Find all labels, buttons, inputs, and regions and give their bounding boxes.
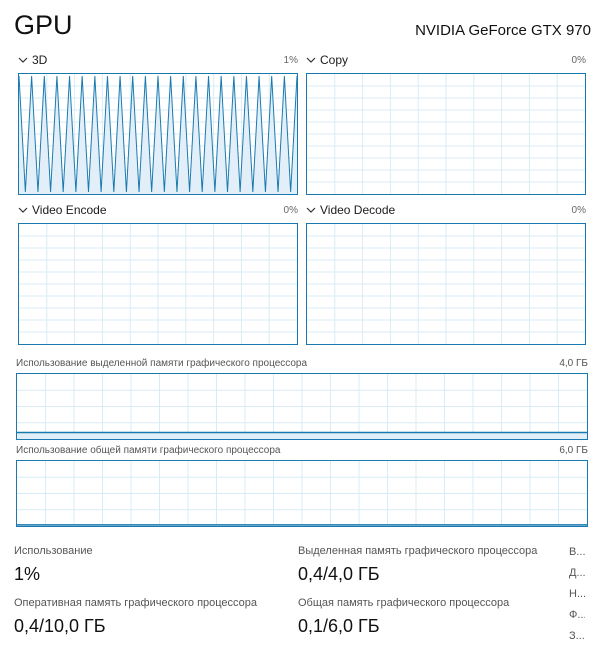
engine-label: Video Decode <box>320 203 396 217</box>
dedicated-memory-graph <box>16 373 588 440</box>
shared-memory-graph <box>16 460 588 527</box>
engine-percent: 0% <box>571 55 586 66</box>
side-detail-item: З... <box>569 630 585 642</box>
dedicated-memory-value: 0,4/4,0 ГБ <box>298 564 380 584</box>
chevron-down-icon <box>306 207 316 213</box>
gpu-device-name: NVIDIA GeForce GTX 970 <box>415 22 591 39</box>
engine-graph-3d <box>18 73 298 195</box>
engine-graph-video-encode <box>18 223 298 345</box>
side-details-column: В... Д... Н... Ф... З... <box>569 542 585 647</box>
side-detail-item: Н... <box>569 588 585 600</box>
chevron-down-icon <box>306 57 316 63</box>
side-detail-item: Д... <box>569 567 585 579</box>
engine-percent: 1% <box>283 55 298 66</box>
dedicated-memory-label: Выделенная память графического процессор… <box>298 545 538 557</box>
activity-area <box>19 75 297 194</box>
graph-grid <box>307 224 585 344</box>
engine-selector-video-encode[interactable]: Video Encode <box>18 203 107 217</box>
graph-grid <box>17 374 587 439</box>
chevron-down-icon <box>18 207 28 213</box>
graph-grid <box>19 224 297 344</box>
engine-percent: 0% <box>283 205 298 216</box>
engine-graph-video-decode <box>306 223 586 345</box>
dedicated-memory-max: 4,0 ГБ <box>559 358 588 369</box>
engine-selector-3d[interactable]: 3D <box>18 53 47 67</box>
chevron-down-icon <box>18 57 28 63</box>
side-detail-item: В... <box>569 546 585 558</box>
engine-label: Video Encode <box>32 203 107 217</box>
usage-value: 1% <box>14 564 41 584</box>
engine-label: 3D <box>32 53 48 67</box>
engine-label: Copy <box>320 53 349 67</box>
shared-memory-value: 0,1/6,0 ГБ <box>298 616 380 636</box>
graph-grid <box>17 461 587 526</box>
side-detail-item: Ф... <box>569 609 585 621</box>
shared-memory-max: 6,0 ГБ <box>559 445 588 456</box>
engine-percent: 0% <box>571 205 586 216</box>
shared-memory-label: Общая память графического процессора <box>298 597 510 609</box>
engine-selector-copy[interactable]: Copy <box>306 53 348 67</box>
shared-memory-graph-label: Использование общей памяти графического … <box>16 445 281 456</box>
graph-grid <box>307 74 585 194</box>
engine-selector-video-decode[interactable]: Video Decode <box>306 203 395 217</box>
page-title: GPU <box>14 10 73 40</box>
gpu-memory-label: Оперативная память графического процессо… <box>14 597 258 609</box>
memory-level-fill <box>17 432 587 439</box>
engine-graph-copy <box>306 73 586 195</box>
usage-label: Использование <box>14 545 93 557</box>
gpu-memory-value: 0,4/10,0 ГБ <box>14 616 106 636</box>
dedicated-memory-graph-label: Использование выделенной памяти графичес… <box>16 358 308 369</box>
